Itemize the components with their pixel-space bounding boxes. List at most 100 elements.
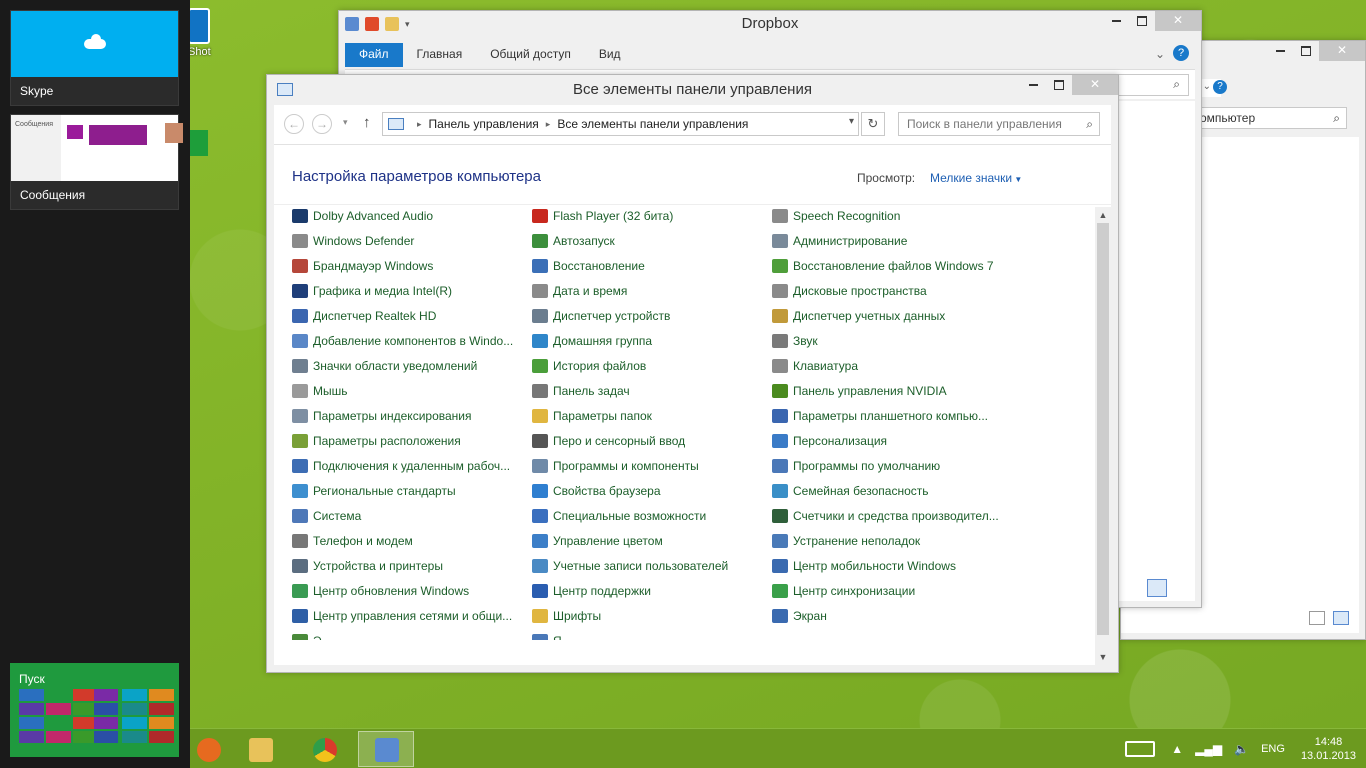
close-button[interactable]: ✕ [1072,75,1118,95]
maximize-button[interactable] [1046,75,1072,95]
control-panel-item[interactable]: Автозапуск [532,228,767,253]
tab-view[interactable]: Вид [585,43,635,67]
forward-button[interactable]: → [312,114,332,134]
breadcrumb-separator-icon[interactable]: ▸ [546,119,551,130]
control-panel-item[interactable]: Панель управления NVIDIA [772,378,1007,403]
control-panel-item[interactable]: Перо и сенсорный ввод [532,428,767,453]
control-panel-item[interactable]: Дисковые пространства [772,278,1007,303]
switcher-skype[interactable]: Skype [10,10,179,106]
view-mode-dropdown[interactable]: Мелкие значки [930,171,1022,185]
control-panel-item[interactable]: Дата и время [532,278,767,303]
control-panel-item[interactable]: Центр обновления Windows [292,578,527,603]
tab-share[interactable]: Общий доступ [476,43,585,67]
search-icon[interactable]: ⌕ [1333,108,1340,128]
control-panel-item[interactable]: Программы по умолчанию [772,453,1007,478]
vertical-scrollbar[interactable]: ▲ ▼ [1095,207,1111,665]
control-panel-item[interactable]: Параметры индексирования [292,403,527,428]
control-panel-item[interactable]: Устройства и принтеры [292,553,527,578]
control-panel-item[interactable]: Центр синхронизации [772,578,1007,603]
properties-icon[interactable] [365,17,379,31]
control-panel-item[interactable]: Параметры папок [532,403,767,428]
control-panel-item[interactable]: Управление цветом [532,528,767,553]
control-panel-item[interactable]: Восстановление файлов Windows 7 [772,253,1007,278]
taskbar-explorer[interactable] [232,731,288,767]
control-panel-item[interactable]: Учетные записи пользователей [532,553,767,578]
control-panel-item[interactable]: Центр поддержки [532,578,767,603]
scroll-down-icon[interactable]: ▼ [1095,649,1111,665]
control-panel-item[interactable]: Центр управления сетями и общи... [292,603,527,628]
chevron-down-icon[interactable]: ⌄ [1155,47,1165,61]
refresh-button[interactable]: ↻ [861,112,885,136]
control-panel-item[interactable]: Звук [772,328,1007,353]
control-panel-item[interactable]: Диспетчер Realtek HD [292,303,527,328]
input-language[interactable]: ENG [1261,743,1285,755]
control-panel-item[interactable]: Подключения к удаленным рабоч... [292,453,527,478]
control-panel-item[interactable]: Диспетчер устройств [532,303,767,328]
tab-file[interactable]: Файл [345,43,403,67]
control-panel-window[interactable]: Все элементы панели управления ✕ ← → ▾ ↑… [266,74,1119,673]
control-panel-item[interactable]: Э... [292,628,527,640]
large-icons-view-icon[interactable] [1171,579,1189,597]
control-panel-item[interactable]: Клавиатура [772,353,1007,378]
taskbar-firefox[interactable] [180,731,236,767]
control-panel-item[interactable]: Параметры расположения [292,428,527,453]
search-icon[interactable]: ⌕ [1086,113,1093,135]
control-panel-item[interactable]: Speech Recognition [772,203,1007,228]
details-view-icon[interactable] [1309,611,1325,625]
dropbox-titlebar[interactable]: Dropbox ✕ [339,11,1201,39]
start-screen-tile[interactable]: Пуск [10,663,179,757]
switcher-messages[interactable]: Сообщения Сообщения [10,114,183,210]
tab-home[interactable]: Главная [403,43,477,67]
minimize-button[interactable] [1267,41,1293,61]
control-panel-item[interactable]: Центр мобильности Windows [772,553,1007,578]
maximize-button[interactable] [1293,41,1319,61]
taskbar-chrome[interactable] [296,731,352,767]
taskbar-control-panel[interactable] [358,731,414,767]
control-panel-item[interactable]: Dolby Advanced Audio [292,203,527,228]
control-panel-item[interactable]: Экран [772,603,1007,628]
recent-locations-icon[interactable]: ▾ [343,117,348,128]
control-panel-item[interactable]: Параметры планшетного компью... [772,403,1007,428]
control-panel-item[interactable]: Графика и медиа Intel(R) [292,278,527,303]
breadcrumb-separator-icon[interactable]: ▸ [417,119,422,130]
details-view-icon[interactable] [1147,579,1167,597]
desktop-shortcut[interactable]: Shot [188,8,212,58]
folder-app-icon[interactable] [345,17,359,31]
control-panel-item[interactable]: Шрифты [532,603,767,628]
help-icon[interactable]: ? [1213,80,1227,94]
control-panel-item[interactable]: Панель задач [532,378,767,403]
control-panel-item[interactable]: Система [292,503,527,528]
clock[interactable]: 14:48 13.01.2013 [1301,735,1356,763]
control-panel-item[interactable]: Windows Defender [292,228,527,253]
new-folder-icon[interactable] [385,17,399,31]
network-icon[interactable]: ▂▄▆ [1195,742,1222,756]
breadcrumb-all-items[interactable]: Все элементы панели управления [557,117,748,131]
control-panel-item[interactable]: Брандмауэр Windows [292,253,527,278]
scrollbar-thumb[interactable] [1097,223,1109,635]
control-panel-item[interactable]: Значки области уведомлений [292,353,527,378]
close-button[interactable]: ✕ [1155,11,1201,31]
scroll-up-icon[interactable]: ▲ [1095,207,1111,223]
help-icon[interactable]: ? [1173,45,1189,61]
desktop-green-icon[interactable] [188,130,208,156]
control-panel-item[interactable]: Добавление компонентов в Windo... [292,328,527,353]
up-button[interactable]: ↑ [363,114,371,131]
control-panel-item[interactable]: Телефон и модем [292,528,527,553]
control-panel-item[interactable]: Специальные возможности [532,503,767,528]
control-panel-item[interactable]: Счетчики и средства производител... [772,503,1007,528]
minimize-button[interactable] [1103,11,1129,31]
control-panel-item[interactable]: История файлов [532,353,767,378]
control-panel-item[interactable]: Свойства браузера [532,478,767,503]
back-button[interactable]: ← [284,114,304,134]
control-panel-item[interactable]: Домашняя группа [532,328,767,353]
control-panel-item[interactable]: Диспетчер учетных данных [772,303,1007,328]
control-panel-titlebar[interactable]: Все элементы панели управления ✕ [267,75,1118,105]
maximize-button[interactable] [1129,11,1155,31]
customize-toolbar-icon[interactable]: ▾ [405,19,410,30]
control-panel-item[interactable]: Региональные стандарты [292,478,527,503]
control-panel-item[interactable]: Я... [532,628,767,640]
chevron-down-icon[interactable]: ⌄ [1203,81,1211,92]
show-hidden-icons-icon[interactable]: ▲ [1171,742,1183,756]
large-icons-view-icon[interactable] [1333,611,1349,625]
touch-keyboard-icon[interactable] [1125,741,1156,757]
